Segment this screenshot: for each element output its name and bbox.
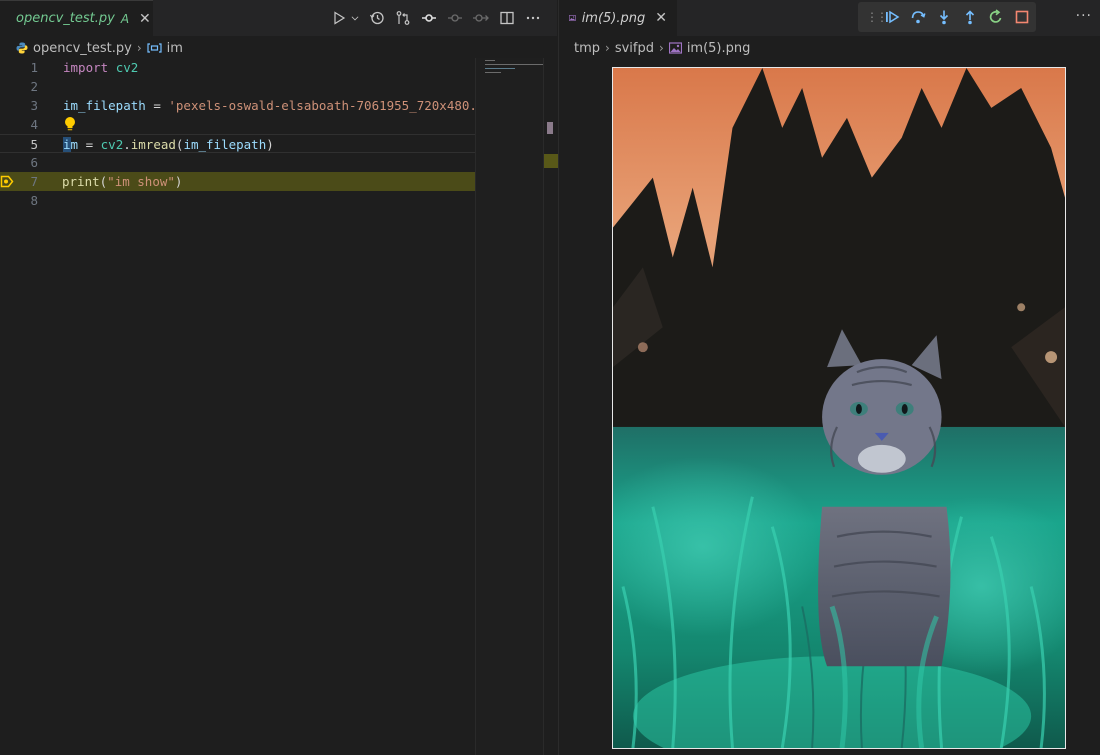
operator: . [123,137,131,152]
line-number: 2 [30,79,38,94]
code-line-paused[interactable]: 7 print("im show") [0,172,475,191]
step-into-icon[interactable] [934,7,954,27]
tab-label: im(5).png [581,10,646,26]
minimap-line [485,72,501,73]
image-preview[interactable] [612,67,1066,749]
breadcrumb: opencv_test.py › im [16,37,183,59]
paren: ) [174,174,183,189]
code-line[interactable]: 8 [0,191,475,210]
line-number: 3 [30,98,38,113]
tab-opencv-test[interactable]: opencv_test.py A ✕ [0,0,153,36]
string-literal: 'pexels-oswald-elsaboath-7061955_720x480… [168,98,508,113]
restart-icon[interactable] [986,7,1006,27]
line-number: 6 [30,155,38,170]
variable: im_filepath [63,98,146,113]
debug-toolbar: ⋮⋮ [858,2,1036,32]
code-line[interactable]: 1 import cv2 [0,58,475,77]
scrollbar-cursor-marker [547,122,553,134]
variable: m [70,137,79,152]
continue-icon[interactable] [882,7,902,27]
step-over-icon[interactable] [908,7,928,27]
module-name: cv2 [100,137,124,152]
previous-change-icon[interactable] [446,9,464,27]
editor-actions [330,0,542,36]
git-commit-icon[interactable] [420,9,438,27]
play-icon[interactable] [330,9,348,27]
module-name: cv2 [115,60,139,75]
line-number: 4 [30,117,38,132]
split-editor-icon[interactable] [498,9,516,27]
left-editor-group: opencv_test.py A ✕ opencv_test.py › im 1… [0,0,558,755]
chevron-down-icon[interactable] [350,9,360,27]
breadcrumb-symbol[interactable]: im [167,41,183,56]
tab-image-preview[interactable]: im(5).png ✕ [559,0,677,36]
left-tab-bar: opencv_test.py A ✕ [0,0,557,36]
close-icon[interactable]: ✕ [655,10,667,26]
scrollbar-debug-marker [544,154,558,168]
variable-icon [147,43,162,53]
string-literal: "im show" [107,174,175,189]
line-number: 8 [30,193,38,208]
chevron-right-icon: › [605,41,610,55]
python-file-icon [16,42,28,54]
minimap-line [485,64,543,65]
cat-in-grass-photo [613,68,1065,748]
keyword: import [63,60,109,75]
code-line[interactable]: 3 im_filepath = 'pexels-oswald-elsaboath… [0,96,507,115]
minimap-line [485,60,495,61]
drag-handle-icon[interactable]: ⋮⋮ [866,10,888,24]
function-name: print [62,174,100,189]
code-editor[interactable]: 1 import cv2 2 3 im_filepath = 'pexels-o… [0,58,507,755]
breadcrumb-folder[interactable]: tmp [574,41,600,56]
code-line[interactable]: 4 [0,115,475,134]
argument: im_filepath [183,137,267,152]
image-file-icon [668,42,682,54]
operator: = [145,98,169,113]
lightbulb-icon[interactable] [64,116,76,133]
code-line-active[interactable]: 5 im = cv2.imread(im_filepath) [0,134,475,153]
breadcrumb-file[interactable]: im(5).png [687,41,751,56]
tab-label: opencv_test.py [16,11,115,26]
more-icon[interactable]: ··· [1076,8,1092,24]
line-number: 1 [30,60,38,75]
chevron-right-icon: › [659,41,664,55]
operator: = [78,137,101,152]
image-file-icon [569,15,576,21]
history-icon[interactable] [368,9,386,27]
line-number: 5 [30,137,38,152]
step-out-icon[interactable] [960,7,980,27]
chevron-right-icon: › [136,41,142,55]
vertical-scrollbar[interactable] [543,58,558,755]
code-line[interactable]: 6 [0,153,475,172]
breadcrumb: tmp › svifpd › im(5).png [574,37,750,59]
variable: i [63,137,71,152]
code-line[interactable]: 2 [0,77,475,96]
paren: ) [266,137,274,152]
minimap[interactable] [475,58,544,755]
more-icon[interactable] [524,9,542,27]
stop-icon[interactable] [1012,7,1032,27]
function-name: imread [130,137,176,152]
line-number: 7 [30,174,38,189]
git-status-badge: A [120,11,130,26]
minimap-line [485,68,515,69]
breadcrumb-folder[interactable]: svifpd [615,41,654,56]
right-editor-group: im(5).png ✕ ··· tmp › svifpd › im(5).png [558,0,1100,755]
git-compare-icon[interactable] [394,9,412,27]
next-change-icon[interactable] [472,9,490,27]
close-icon[interactable]: ✕ [139,11,151,27]
breadcrumb-file[interactable]: opencv_test.py [33,41,132,56]
